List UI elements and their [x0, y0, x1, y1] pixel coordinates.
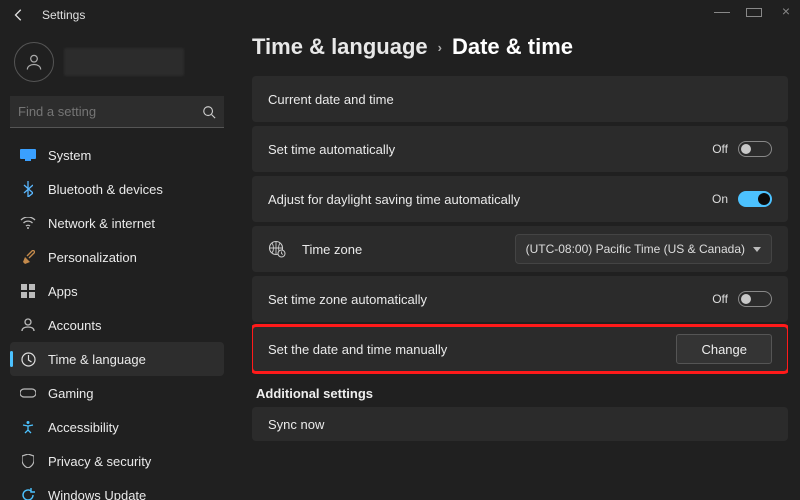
search-icon: [202, 105, 216, 119]
sidebar-item-label: System: [48, 148, 91, 163]
sidebar-item-personalization[interactable]: Personalization: [10, 240, 224, 274]
sidebar-item-label: Bluetooth & devices: [48, 182, 163, 197]
main-content: Time & language › Date & time Current da…: [252, 30, 788, 500]
shield-icon: [20, 453, 36, 469]
search-box[interactable]: [10, 96, 224, 128]
toggle-adjust-dst-automatically[interactable]: On: [712, 191, 772, 207]
maximize-icon: [746, 8, 762, 17]
sidebar-item-accounts[interactable]: Accounts: [10, 308, 224, 342]
toggle-state-text: Off: [712, 292, 728, 306]
accounts-icon: [20, 317, 36, 333]
sidebar: System Bluetooth & devices Network & int…: [0, 30, 234, 500]
toggle-set-time-automatically[interactable]: Off: [712, 141, 772, 157]
wifi-icon: [20, 215, 36, 231]
breadcrumb-current: Date & time: [452, 34, 573, 60]
toggle-switch-icon: [738, 291, 772, 307]
sidebar-item-apps[interactable]: Apps: [10, 274, 224, 308]
breadcrumb: Time & language › Date & time: [252, 34, 788, 60]
globe-clock-icon: [268, 240, 286, 258]
sidebar-item-gaming[interactable]: Gaming: [10, 376, 224, 410]
sidebar-item-label: Personalization: [48, 250, 137, 265]
change-button[interactable]: Change: [676, 334, 772, 364]
card-label: Sync now: [268, 417, 324, 432]
card-time-zone: Time zone (UTC-08:00) Pacific Time (US &…: [252, 226, 788, 272]
maximize-button[interactable]: [746, 4, 762, 19]
toggle-switch-icon: [738, 191, 772, 207]
system-icon: [20, 147, 36, 163]
person-icon: [24, 52, 44, 72]
bluetooth-icon: [20, 181, 36, 197]
minimize-button[interactable]: [714, 4, 730, 19]
toggle-state-text: Off: [712, 142, 728, 156]
sidebar-item-label: Accounts: [48, 318, 101, 333]
sidebar-item-system[interactable]: System: [10, 138, 224, 172]
back-button[interactable]: [10, 8, 28, 22]
toggle-set-timezone-automatically[interactable]: Off: [712, 291, 772, 307]
toggle-state-text: On: [712, 192, 728, 206]
sidebar-item-bluetooth[interactable]: Bluetooth & devices: [10, 172, 224, 206]
update-icon: [20, 487, 36, 500]
apps-icon: [20, 283, 36, 299]
sidebar-item-label: Time & language: [48, 352, 146, 367]
nav: System Bluetooth & devices Network & int…: [10, 138, 224, 500]
accessibility-icon: [20, 419, 36, 435]
sidebar-item-accessibility[interactable]: Accessibility: [10, 410, 224, 444]
sidebar-item-time-language[interactable]: Time & language: [10, 342, 224, 376]
sidebar-item-network[interactable]: Network & internet: [10, 206, 224, 240]
window-controls: ×: [714, 4, 794, 19]
titlebar: Settings: [0, 0, 800, 30]
timezone-select[interactable]: (UTC-08:00) Pacific Time (US & Canada): [515, 234, 772, 264]
sidebar-item-windows-update[interactable]: Windows Update: [10, 478, 224, 500]
sidebar-item-label: Accessibility: [48, 420, 119, 435]
breadcrumb-parent[interactable]: Time & language: [252, 34, 428, 60]
paintbrush-icon: [20, 249, 36, 265]
sidebar-item-label: Windows Update: [48, 488, 146, 500]
card-label: Current date and time: [268, 92, 394, 107]
card-set-date-time-manually: Set the date and time manually Change: [252, 326, 788, 372]
search-input[interactable]: [18, 104, 202, 119]
profile-block[interactable]: [14, 42, 224, 82]
card-label: Adjust for daylight saving time automati…: [268, 192, 520, 207]
arrow-left-icon: [12, 8, 26, 22]
card-set-time-automatically: Set time automatically Off: [252, 126, 788, 172]
change-button-label: Change: [701, 342, 747, 357]
sidebar-item-label: Privacy & security: [48, 454, 151, 469]
card-label: Set the date and time manually: [268, 342, 447, 357]
sidebar-item-label: Network & internet: [48, 216, 155, 231]
card-adjust-dst-automatically: Adjust for daylight saving time automati…: [252, 176, 788, 222]
chevron-right-icon: ›: [438, 40, 442, 55]
close-button[interactable]: ×: [778, 4, 794, 19]
clock-globe-icon: [20, 351, 36, 367]
section-header-additional: Additional settings: [256, 386, 788, 401]
toggle-switch-icon: [738, 141, 772, 157]
card-label: Set time automatically: [268, 142, 395, 157]
sidebar-item-label: Gaming: [48, 386, 94, 401]
card-label: Time zone: [302, 242, 362, 257]
card-label: Set time zone automatically: [268, 292, 427, 307]
avatar: [14, 42, 54, 82]
window-title: Settings: [42, 8, 85, 22]
sidebar-item-privacy[interactable]: Privacy & security: [10, 444, 224, 478]
timezone-selected-value: (UTC-08:00) Pacific Time (US & Canada): [526, 242, 745, 256]
sidebar-item-label: Apps: [48, 284, 78, 299]
minimize-icon: [714, 12, 730, 13]
card-current-date-time[interactable]: Current date and time: [252, 76, 788, 122]
card-sync-now: Sync now: [252, 407, 788, 441]
card-set-timezone-automatically: Set time zone automatically Off: [252, 276, 788, 322]
profile-name-redacted: [64, 48, 184, 76]
gaming-icon: [20, 385, 36, 401]
